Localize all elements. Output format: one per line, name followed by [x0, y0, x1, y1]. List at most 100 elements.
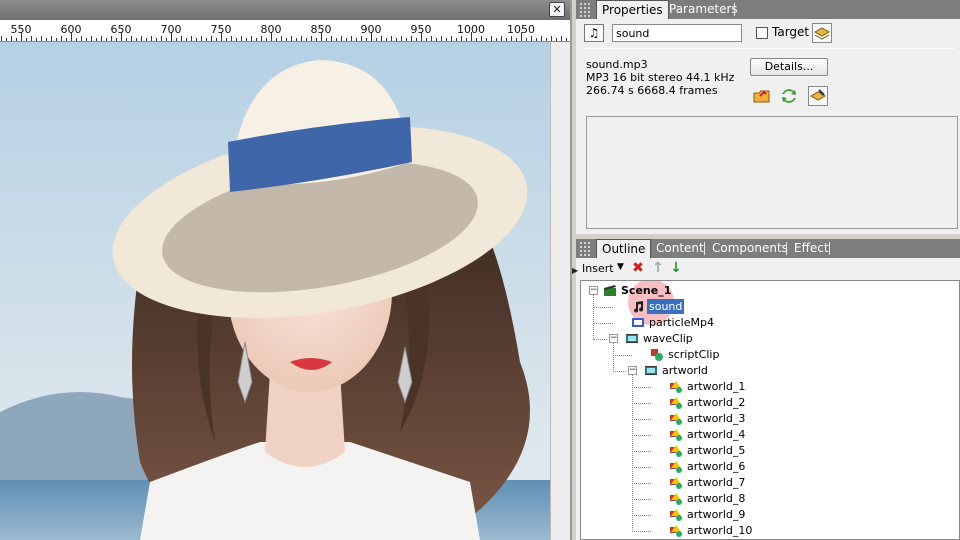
shapes-icon [669, 412, 683, 425]
ruler-label: 950 [410, 23, 432, 36]
ruler-label: 1000 [457, 23, 485, 36]
tree-item-label: artworld_4 [687, 428, 746, 441]
inspector-pane: Properties Parameters ♫ Target sound.mp3… [570, 0, 960, 540]
file-name-text: sound.mp3 [586, 58, 648, 71]
tree-item[interactable]: artworld_6 [581, 459, 959, 475]
layers-icon[interactable] [812, 23, 832, 43]
shapes-icon [669, 460, 683, 473]
tree-item[interactable]: artworld_9 [581, 507, 959, 523]
tab-parameters[interactable]: Parameters [664, 0, 743, 19]
edit-layers-icon[interactable] [808, 86, 828, 106]
tree-item-label: artworld_2 [687, 396, 746, 409]
collapse-icon[interactable]: − [609, 334, 618, 343]
shapes-icon [669, 476, 683, 489]
open-folder-icon[interactable] [752, 86, 772, 106]
properties-panel: ♫ Target sound.mp3 MP3 16 bit stereo 44.… [576, 19, 960, 234]
collapse-icon[interactable]: − [628, 366, 637, 375]
tree-item[interactable]: particleMp4 [581, 315, 959, 331]
tab-separator [734, 3, 735, 16]
ruler-label: 1050 [507, 23, 535, 36]
film-icon [625, 332, 639, 345]
stage-canvas[interactable] [0, 42, 550, 540]
shapes-icon [669, 396, 683, 409]
tree-item[interactable]: − Scene_1 [581, 283, 959, 299]
expand-arrow-icon[interactable]: ▶ [572, 266, 578, 275]
music-note-icon[interactable]: ♫ [584, 24, 604, 42]
shapes-icon [669, 380, 683, 393]
ruler-label: 650 [110, 23, 132, 36]
film-icon [644, 364, 658, 377]
tree-item-label: artworld_3 [687, 412, 746, 425]
tab-effect[interactable]: Effect [789, 239, 834, 258]
tree-item[interactable]: artworld_5 [581, 443, 959, 459]
close-icon[interactable]: ✕ [549, 2, 565, 17]
tree-item[interactable]: artworld_7 [581, 475, 959, 491]
stage-view: ✕ 550 600 650 700 750 800 850 900 950 1000 1050 [0, 0, 570, 540]
ruler-label: 550 [10, 23, 32, 36]
music-note-icon [631, 300, 645, 313]
tree-item-label: artworld_6 [687, 460, 746, 473]
scene-icon [603, 284, 617, 297]
tree-item[interactable]: artworld_4 [581, 427, 959, 443]
delete-icon[interactable]: ✖ [630, 260, 646, 276]
stage-title-bar: ✕ [0, 0, 570, 20]
tab-properties[interactable]: Properties [596, 0, 669, 19]
tree-item-label: artworld_5 [687, 444, 746, 457]
tab-outline[interactable]: Outline [596, 239, 652, 258]
dropdown-arrow-icon[interactable]: ▼ [617, 262, 624, 272]
target-checkbox[interactable] [756, 27, 768, 39]
tab-separator [829, 242, 830, 255]
ruler-label: 750 [210, 23, 232, 36]
tree-item-label: artworld_7 [687, 476, 746, 489]
tree-item[interactable]: artworld_8 [581, 491, 959, 507]
move-down-icon[interactable]: ↓ [668, 260, 684, 276]
object-name-field[interactable] [612, 24, 742, 42]
ruler-label: 900 [360, 23, 382, 36]
shapes-icon [669, 524, 683, 537]
length-text: 266.74 s 6668.4 frames [586, 84, 718, 97]
insert-menu[interactable]: Insert [582, 262, 614, 275]
refresh-icon[interactable] [779, 86, 799, 106]
tree-item-label: artworld_8 [687, 492, 746, 505]
format-text: MP3 16 bit stereo 44.1 kHz [586, 71, 735, 84]
tree-item[interactable]: sound [581, 299, 959, 315]
tab-separator [786, 242, 787, 255]
ruler-label: 800 [260, 23, 282, 36]
details-button[interactable]: Details... [750, 58, 828, 76]
tree-item-label: artworld_1 [687, 380, 746, 393]
tree-item[interactable]: scriptClip [581, 347, 959, 363]
tree-item[interactable]: artworld_10 [581, 523, 959, 539]
shapes-icon [669, 492, 683, 505]
tree-item[interactable]: artworld_2 [581, 395, 959, 411]
properties-tabbar: Properties Parameters [576, 0, 960, 19]
tree-item[interactable]: − artworld [581, 363, 959, 379]
shapes-icon [669, 508, 683, 521]
tree-item[interactable]: artworld_3 [581, 411, 959, 427]
move-up-icon[interactable]: ↑ [650, 260, 666, 276]
tree-item-label: scriptClip [668, 348, 720, 361]
script-icon [650, 348, 664, 361]
outline-toolbar: Insert ▼ ✖ ↑ ↓ [576, 258, 960, 280]
portrait-image [0, 42, 550, 540]
tab-content[interactable]: Content [651, 239, 709, 258]
tree-item-label: artworld_9 [687, 508, 746, 521]
ruler-label: 850 [310, 23, 332, 36]
outline-tree[interactable]: − Scene_1sound particleMp4 − waveClip scriptC… [580, 280, 960, 540]
properties-preview-area [586, 116, 958, 229]
tab-components[interactable]: Components [707, 239, 793, 258]
panel-grip-icon[interactable] [579, 241, 591, 256]
tree-item-label: waveClip [643, 332, 693, 345]
tree-item-label: Scene_1 [621, 284, 672, 297]
tree-item[interactable]: − waveClip [581, 331, 959, 347]
ruler-label: 700 [160, 23, 182, 36]
stage-vertical-scrollbar[interactable] [550, 42, 570, 540]
tree-item-label: particleMp4 [649, 316, 714, 329]
collapse-icon[interactable]: − [589, 286, 598, 295]
shapes-icon [669, 444, 683, 457]
target-label: Target [772, 25, 810, 39]
video-icon [631, 316, 645, 329]
tree-item-label: sound [647, 299, 685, 314]
panel-grip-icon[interactable] [579, 2, 591, 17]
tree-item[interactable]: artworld_1 [581, 379, 959, 395]
tab-separator [704, 242, 705, 255]
